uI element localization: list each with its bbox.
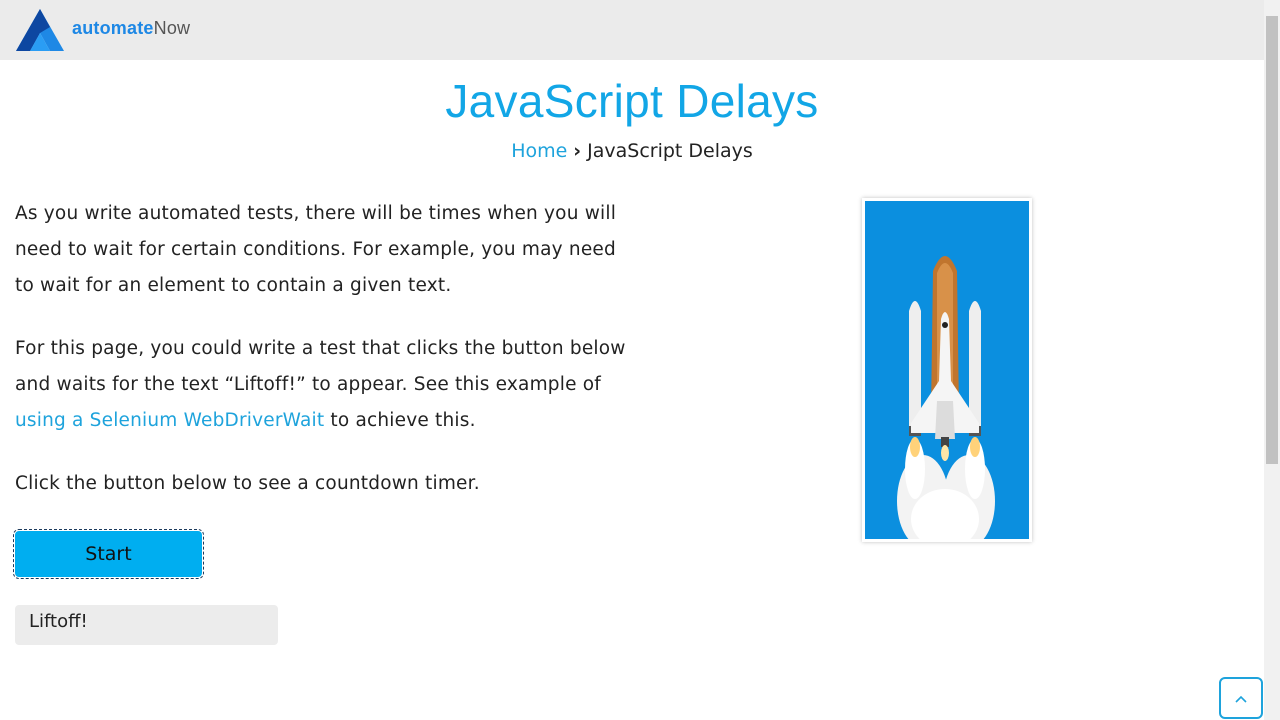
paragraph-instructions-text: For this page, you could write a test th… — [15, 338, 626, 395]
automatenow-logo-icon[interactable] — [16, 9, 64, 51]
scrollbar-thumb[interactable] — [1266, 16, 1278, 464]
chevron-up-icon — [1234, 689, 1248, 708]
paragraph-instructions: For this page, you could write a test th… — [15, 331, 635, 439]
site-header: automateNow — [0, 0, 1264, 60]
webdriverwait-link[interactable]: using a Selenium WebDriverWait — [15, 410, 324, 431]
start-button[interactable]: Start — [13, 529, 204, 579]
page-title: JavaScript Delays — [445, 75, 819, 127]
paragraph-click-hint: Click the button below to see a countdow… — [15, 473, 480, 494]
countdown-result: Liftoff! — [15, 605, 278, 645]
paragraph-instructions-tail: to achieve this. — [324, 410, 476, 431]
intro-text: As you write automated tests, there will… — [15, 196, 635, 529]
brand-name[interactable]: automateNow — [72, 18, 190, 39]
breadcrumb: Home › JavaScript Delays — [0, 140, 1264, 162]
back-to-top-button[interactable] — [1219, 677, 1263, 719]
breadcrumb-home-link[interactable]: Home — [511, 140, 567, 162]
brand-name-bold: automate — [72, 18, 154, 38]
space-shuttle-launch-image — [862, 198, 1032, 542]
brand-name-regular: Now — [153, 18, 191, 38]
breadcrumb-current: JavaScript Delays — [587, 140, 753, 162]
breadcrumb-separator: › — [573, 140, 582, 162]
paragraph-intro: As you write automated tests, there will… — [15, 203, 617, 296]
